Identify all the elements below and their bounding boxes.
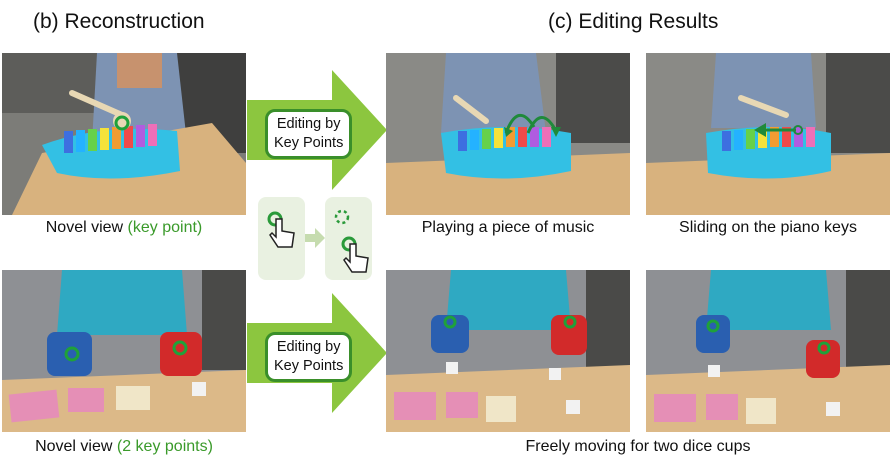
sliding-keys-caption: Sliding on the piano keys <box>679 219 857 236</box>
keypoint-drag-panel <box>325 197 372 280</box>
novel-view-keypoint-caption: Novel view (key point) <box>2 219 246 237</box>
dashed-circle-icon <box>334 209 350 225</box>
reconstruction-dice-cups-photo <box>2 270 246 432</box>
caption-prefix: Novel view <box>35 438 117 455</box>
hand-pointer-icon <box>269 218 295 248</box>
playing-music-photo <box>386 53 630 215</box>
editing-by-key-points-top-callout: Editing by Key Points <box>265 109 353 159</box>
keypoint-click-panel <box>258 197 305 280</box>
callout-line-1: Editing by <box>276 339 341 355</box>
callout-line-2: Key Points <box>274 135 344 151</box>
playing-music-caption: Playing a piece of music <box>421 219 595 236</box>
novel-view-2-keypoints-caption: Novel view (2 key points) <box>2 438 246 456</box>
caption-prefix: Novel view <box>45 219 128 236</box>
hand-pointer-icon <box>343 243 369 273</box>
dice-cups-caption: Freely moving for two dice cups <box>525 438 751 455</box>
editing-results-heading: (c) Editing Results <box>548 10 719 33</box>
reconstruction-xylophone-photo <box>2 53 246 215</box>
callout-line-1: Editing by <box>276 116 341 132</box>
dice-cups-edit-2-photo <box>646 270 890 432</box>
small-right-arrow <box>305 228 325 253</box>
editing-by-key-points-bottom-callout: Editing by Key Points <box>265 332 353 382</box>
sliding-keys-photo <box>646 53 890 215</box>
caption-highlight: (2 key points) <box>116 438 213 455</box>
reconstruction-heading: (b) Reconstruction <box>33 10 205 33</box>
callout-line-2: Key Points <box>274 358 344 374</box>
dice-cups-edit-1-photo <box>386 270 630 432</box>
caption-highlight: (key point) <box>127 219 203 236</box>
